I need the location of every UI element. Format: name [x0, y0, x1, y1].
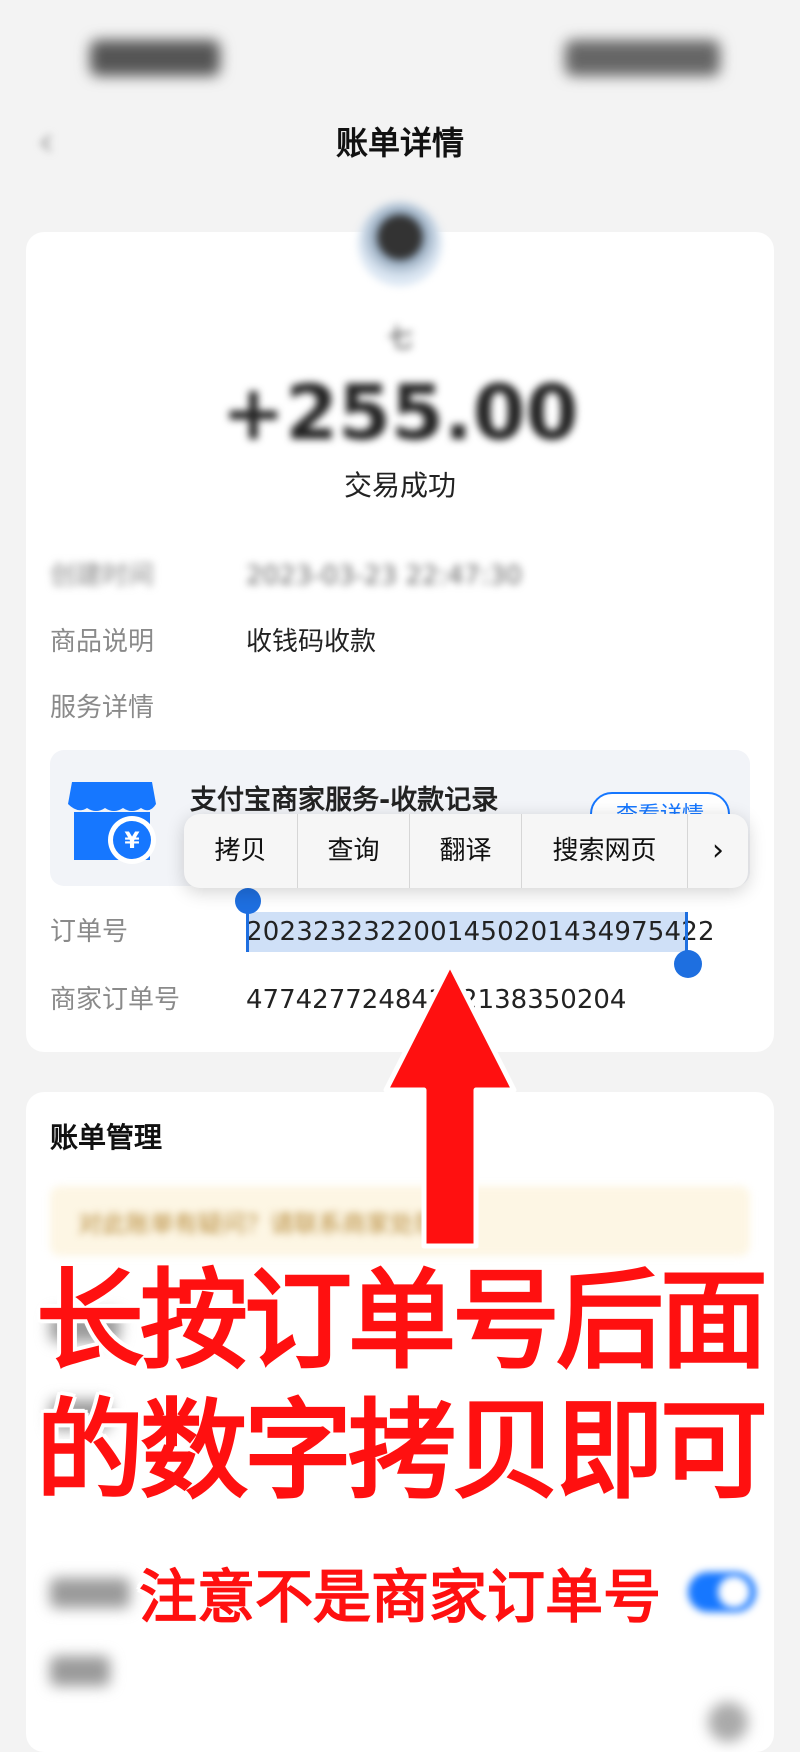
management-row — [50, 1656, 110, 1686]
selection-start-bar — [246, 908, 249, 952]
menu-search-web[interactable]: 搜索网页 — [522, 814, 688, 888]
service-label: 服务详情 — [50, 693, 155, 723]
management-title: 账单管理 — [50, 1121, 163, 1154]
selection-start-handle[interactable] — [235, 888, 261, 914]
order-number-value[interactable]: 2023232322001450201434975422 — [246, 912, 715, 952]
payer-name: 七 — [386, 324, 413, 354]
time-label: 创建时间 — [50, 561, 155, 591]
chevron-left-icon[interactable]: ‹ — [38, 122, 64, 162]
transaction-status: 交易成功 — [343, 469, 456, 502]
menu-translate[interactable]: 翻译 — [410, 814, 522, 888]
transaction-amount: +255.00 — [221, 368, 579, 457]
time-value: 2023-03-23 22:47:30 — [246, 561, 523, 591]
svg-text:¥: ¥ — [124, 829, 140, 854]
store-yuan-icon: ¥ — [68, 782, 156, 864]
chevron-right-icon[interactable]: › — [688, 814, 748, 888]
order-number-label: 订单号 — [50, 917, 129, 947]
avatar — [358, 202, 442, 286]
status-bar-indicators — [565, 40, 720, 76]
status-bar-time — [90, 40, 220, 76]
menu-lookup[interactable]: 查询 — [298, 814, 410, 888]
service-title: 支付宝商家服务-收款记录 — [190, 785, 499, 816]
goods-label: 商品说明 — [50, 627, 155, 657]
annotation-arrow-icon — [383, 961, 517, 1249]
menu-copy[interactable]: 拷贝 — [184, 814, 298, 888]
chevron-right-icon[interactable] — [708, 1702, 748, 1742]
annotation-caption-line1: 长按订单号后面 — [34, 1259, 769, 1384]
goods-value: 收钱码收款 — [246, 627, 377, 657]
selection-end-handle[interactable] — [674, 950, 702, 978]
annotation-caption-line2: 的数字拷贝即可 — [34, 1389, 769, 1514]
page-title: 账单详情 — [335, 124, 464, 162]
text-context-menu: 拷贝 查询 翻译 搜索网页 › — [184, 814, 748, 888]
merchant-order-label: 商家订单号 — [50, 985, 181, 1015]
annotation-caption-line3: 注意不是商家订单号 — [137, 1562, 662, 1633]
